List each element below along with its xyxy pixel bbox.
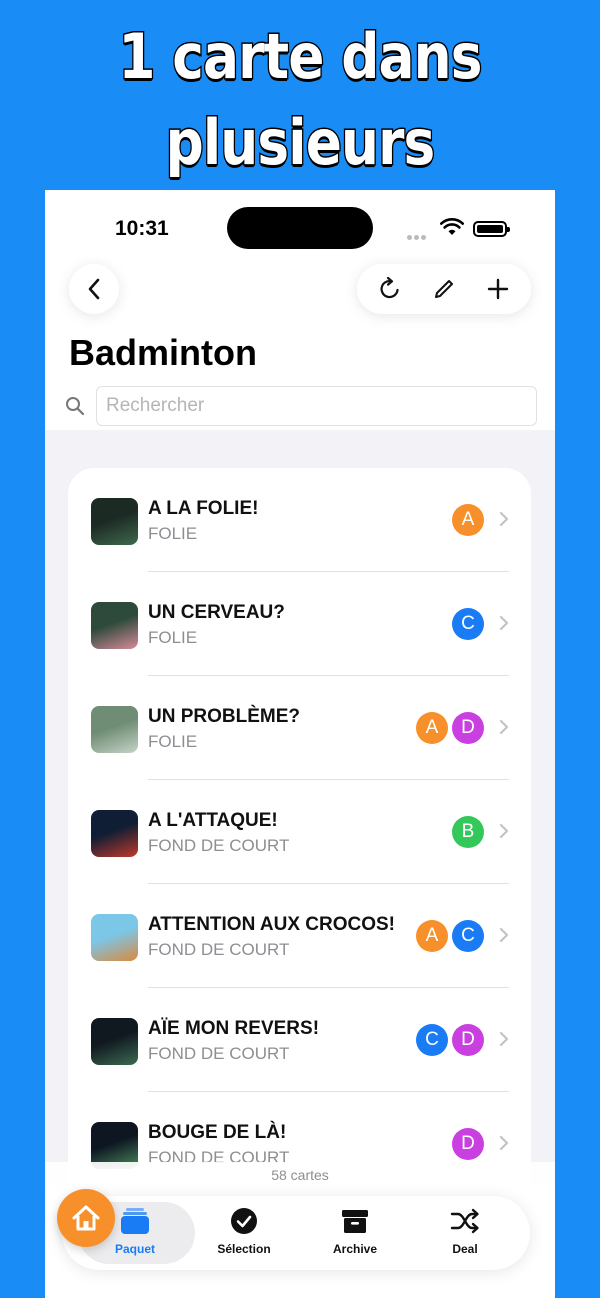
card-deck: FOLIE [148,628,198,647]
card-row[interactable]: AÏE MON REVERS! FOND DE COURT C D [68,988,531,1092]
signal-icon [407,227,433,240]
chevron-right-icon [499,1031,509,1047]
chevron-left-icon [88,278,100,300]
search-icon [66,397,85,416]
deck-avatar: C [452,920,484,952]
promo-line-1: 1 carte dans [117,19,484,95]
card-thumbnail [91,1018,138,1065]
card-thumbnail [91,810,138,857]
card-thumbnail [91,914,138,961]
deck-avatars: C [452,608,484,640]
tab-deal[interactable]: Deal [410,1206,520,1266]
deck-avatar: A [416,920,448,952]
search-bar [65,386,537,426]
plus-icon [487,278,509,300]
deck-avatars: D [452,1128,484,1160]
shuffle-icon [450,1208,479,1234]
bottom-bar: 58 cartes Paquet Sélection Archive Deal [45,1162,555,1298]
card-deck: FOND DE COURT [148,836,290,855]
tab-label: Archive [332,1242,378,1256]
tab-label: Sélection [217,1242,271,1256]
deck-avatar: C [416,1024,448,1056]
deck-avatar: D [452,1128,484,1160]
status-time: 10:31 [115,217,169,240]
deck-avatar: B [452,816,484,848]
stack-icon [121,1208,149,1234]
card-count: 58 cartes [271,1167,329,1183]
card-title: ATTENTION AUX CROCOS! [148,914,395,935]
card-thumbnail [91,602,138,649]
card-deck: FOND DE COURT [148,940,290,959]
deck-avatars: CD [416,1024,484,1056]
card-row[interactable]: UN PROBLÈME? FOLIE A D [68,676,531,780]
deck-avatar: D [452,712,484,744]
chevron-right-icon [499,719,509,735]
header-actions [357,264,531,314]
status-bar: 10:31 [45,190,555,260]
chevron-right-icon [499,1135,509,1151]
search-input[interactable] [96,386,537,426]
card-title: A L'ATTAQUE! [148,810,278,831]
refresh-icon [380,276,399,299]
add-button[interactable] [478,269,518,309]
card-row[interactable]: A LA FOLIE! FOLIE A [68,468,531,572]
card-title: A LA FOLIE! [148,498,259,519]
card-title: UN CERVEAU? [148,602,285,623]
card-thumbnail [91,498,138,545]
deck-avatars: AC [416,920,484,952]
battery-icon [473,221,510,237]
card-thumbnail [91,706,138,753]
card-row[interactable]: UN CERVEAU? FOLIE C [68,572,531,676]
deck-avatar: D [452,1024,484,1056]
card-deck: FOLIE [148,732,198,751]
deck-avatars: AD [416,712,484,744]
card-title: BOUGE DE LÀ! [148,1122,287,1143]
card-row[interactable]: A L'ATTAQUE! FOND DE COURT B [68,780,531,884]
card-deck: FOND DE COURT [148,1044,290,1063]
tab-selection[interactable]: Sélection [189,1206,299,1266]
card-deck: FOLIE [148,524,198,543]
dynamic-island [227,207,373,249]
tab-label: Deal [452,1242,478,1256]
deck-avatar: C [452,608,484,640]
chevron-right-icon [499,615,509,631]
tab-archive[interactable]: Archive [300,1206,410,1266]
page-title: Badminton [69,332,257,373]
deck-avatar: A [452,504,484,536]
home-button[interactable] [57,1189,115,1247]
deck-avatars: B [452,816,484,848]
pencil-icon [435,280,453,298]
back-button[interactable] [69,264,119,314]
deck-avatar: A [416,712,448,744]
tab-bar: Paquet Sélection Archive Deal [62,1196,530,1270]
card-title: AÏE MON REVERS! [148,1018,320,1039]
home-icon [72,1205,100,1231]
chevron-right-icon [499,927,509,943]
chevron-right-icon [499,823,509,839]
phone-screen: 10:31 Badminton Rechercher A LA FOLIE! F… [45,190,555,1298]
checkmark-circle-icon [231,1208,257,1234]
edit-button[interactable] [424,269,464,309]
archive-box-icon [342,1210,368,1233]
deck-avatars: A [452,504,484,536]
chevron-right-icon [499,511,509,527]
wifi-icon [440,218,464,235]
card-title: UN PROBLÈME? [148,706,300,727]
refresh-button[interactable] [370,269,410,309]
card-row[interactable]: ATTENTION AUX CROCOS! FOND DE COURT A C [68,884,531,988]
